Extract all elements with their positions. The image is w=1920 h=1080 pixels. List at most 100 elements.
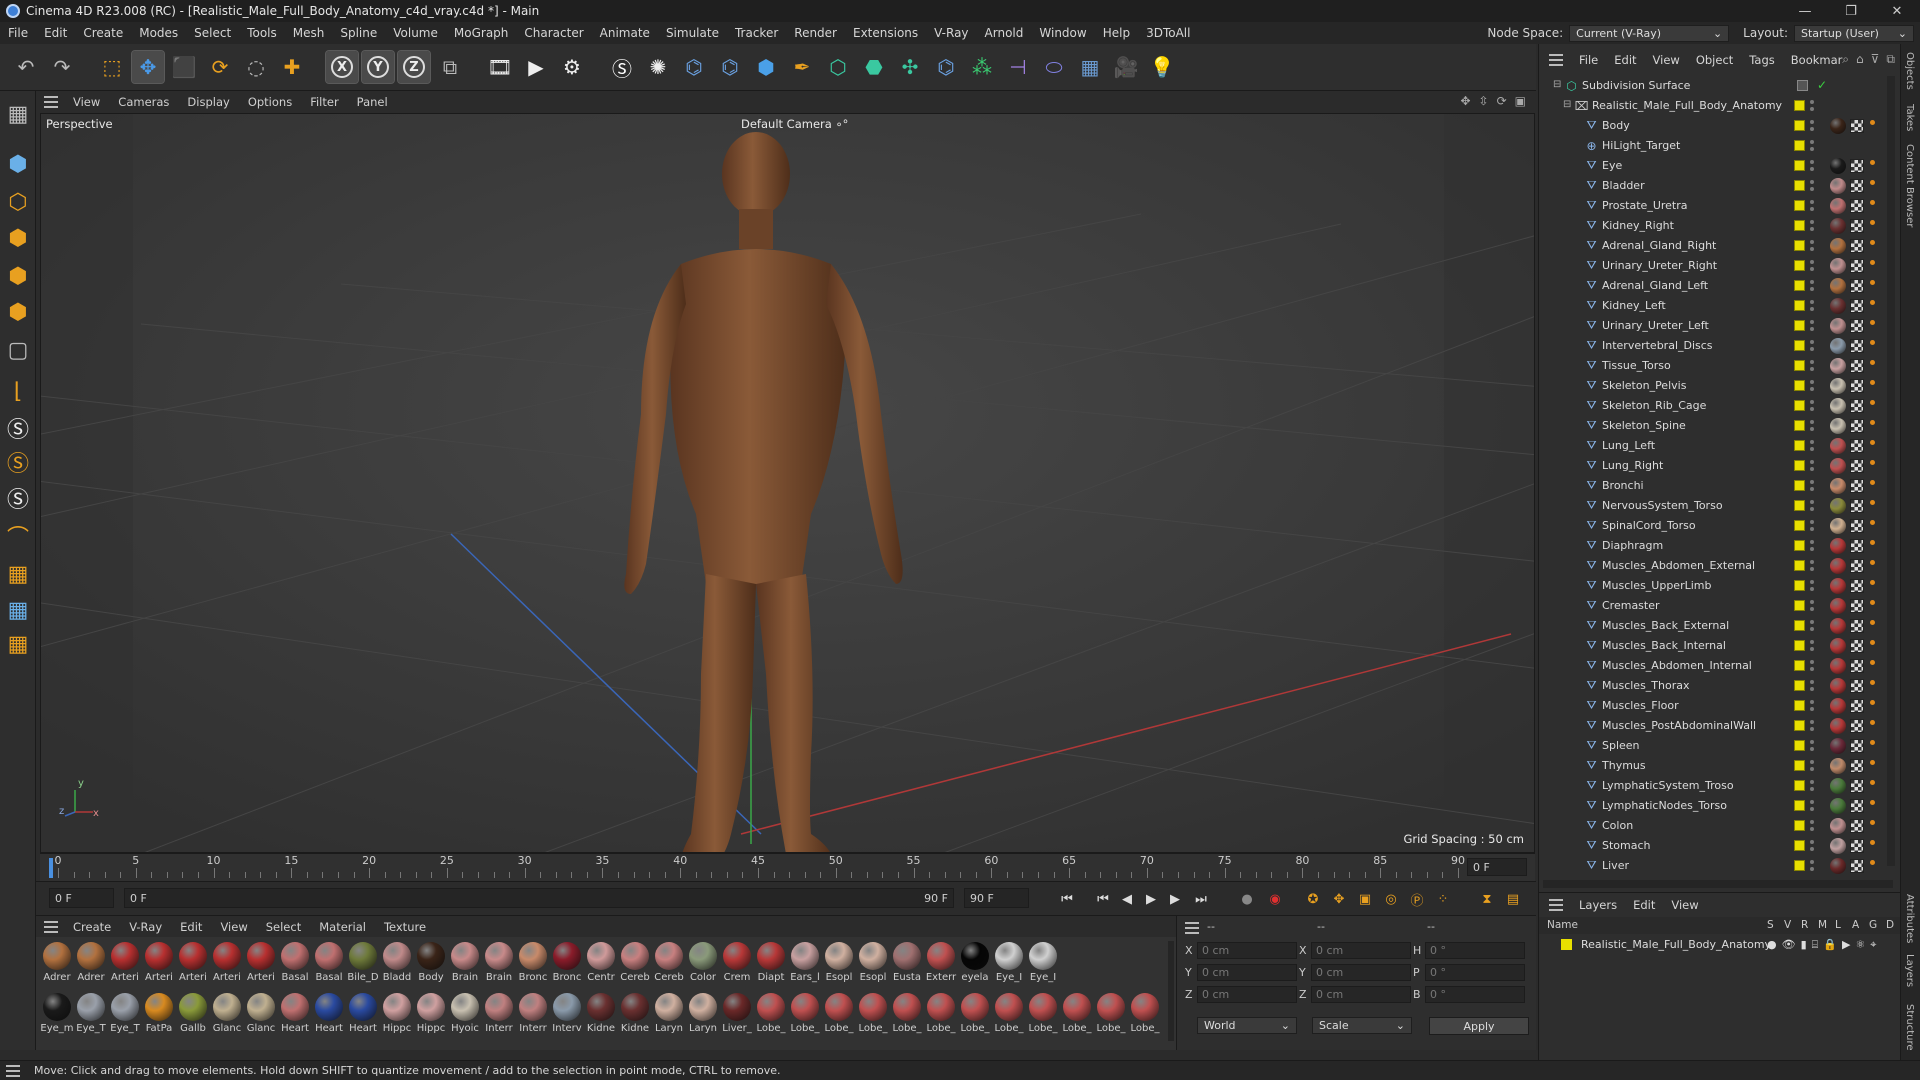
material-tag-icon[interactable]	[1830, 338, 1846, 354]
visibility-dots-icon[interactable]	[1809, 520, 1814, 531]
layer-color-icon[interactable]	[1794, 420, 1805, 431]
z-axis-icon[interactable]: Z	[397, 50, 431, 84]
material-swatch[interactable]: Interr	[516, 991, 550, 1037]
object-row[interactable]: ⛛ Kidney_Left	[1539, 296, 1895, 316]
material-swatch[interactable]: Gallb	[176, 991, 210, 1037]
visibility-dots-icon[interactable]	[1809, 280, 1814, 291]
start-frame-field[interactable]: 0 F	[49, 888, 114, 908]
texture-tag-icon[interactable]	[1850, 519, 1864, 533]
snap-s-icon[interactable]: Ⓢ	[3, 483, 33, 513]
material-menu-item-6[interactable]: Texture	[375, 920, 435, 934]
coord-value-field[interactable]: 0 cm	[1311, 942, 1411, 959]
layer-color-icon[interactable]	[1794, 480, 1805, 491]
render-view-icon[interactable]: ▶	[520, 51, 552, 83]
material-swatch[interactable]: Cereb	[652, 940, 686, 986]
material-swatch[interactable]: Heart	[346, 991, 380, 1037]
viewport-menu-item-3[interactable]: Options	[239, 95, 301, 109]
texture-tag-icon[interactable]	[1850, 639, 1864, 653]
vray-logo-icon[interactable]: Ⓢ	[606, 51, 638, 83]
visibility-dots-icon[interactable]	[1809, 480, 1814, 491]
material-swatch[interactable]: Basal	[312, 940, 346, 986]
layer-color-icon[interactable]	[1794, 580, 1805, 591]
material-tag-icon[interactable]	[1830, 678, 1846, 694]
texture-tag-icon[interactable]	[1850, 219, 1864, 233]
material-swatch[interactable]: Glanc	[244, 991, 278, 1037]
layer-menu-item-1[interactable]: Edit	[1625, 898, 1663, 912]
mograph-icon[interactable]: ⁂	[966, 51, 998, 83]
material-swatch[interactable]: Laryn	[686, 991, 720, 1037]
lock-icon[interactable]: 🔒	[1823, 938, 1837, 952]
visibility-dots-icon[interactable]	[1809, 460, 1814, 471]
viewport-menu-item-0[interactable]: View	[64, 95, 109, 109]
light-icon[interactable]: 💡	[1146, 51, 1178, 83]
object-row[interactable]: ⛛ Colon	[1539, 816, 1895, 836]
visibility-dots-icon[interactable]	[1809, 740, 1814, 751]
expand-icon[interactable]: ⊟	[1553, 79, 1561, 90]
menu-item-11[interactable]: Animate	[592, 26, 658, 40]
vray-tag-icon[interactable]	[1870, 780, 1875, 785]
material-swatch[interactable]: Eye_m	[40, 991, 74, 1037]
add-icon[interactable]: ✚	[276, 51, 308, 83]
vray-tag-icon[interactable]	[1870, 360, 1875, 365]
hamburger-icon[interactable]	[44, 95, 64, 108]
layer-color-icon[interactable]	[1794, 120, 1805, 131]
object-row-subdivision-surface[interactable]: ⊟ ⬡ Subdivision Surface ✓	[1539, 76, 1895, 96]
coord-value-field[interactable]: 0 cm	[1311, 986, 1411, 1003]
material-tag-icon[interactable]	[1830, 598, 1846, 614]
hamburger-icon[interactable]	[6, 1064, 28, 1077]
material-swatch[interactable]: Brain	[482, 940, 516, 986]
texture-tag-icon[interactable]	[1850, 439, 1864, 453]
next-frame-button[interactable]: ▶	[1164, 888, 1186, 910]
visibility-dots-icon[interactable]	[1809, 200, 1814, 211]
visibility-dots-icon[interactable]	[1809, 140, 1814, 151]
vertical-scrollbar[interactable]	[1168, 941, 1174, 1041]
pan-icon[interactable]: ✥	[1460, 94, 1470, 108]
visibility-dots-icon[interactable]	[1809, 720, 1814, 731]
layer-color-icon[interactable]	[1794, 360, 1805, 371]
side-tab[interactable]: Content Browser	[1904, 144, 1915, 227]
f-curve-icon[interactable]: ▤	[1502, 888, 1524, 910]
layer-color-icon[interactable]	[1794, 380, 1805, 391]
material-swatch[interactable]: Adrer	[40, 940, 74, 986]
material-swatch[interactable]: Heart	[312, 991, 346, 1037]
layout-dropdown[interactable]: Startup (User) ⌄	[1794, 24, 1914, 42]
vray-tag-icon[interactable]	[1870, 240, 1875, 245]
material-swatch[interactable]: Arteri	[142, 940, 176, 986]
object-row[interactable]: ⛛ NervousSystem_Torso	[1539, 496, 1895, 516]
render-icon[interactable]: ▮	[1801, 938, 1807, 952]
position-key-icon[interactable]: ✥	[1328, 888, 1350, 910]
object-menu-item-4[interactable]: Tags	[1741, 53, 1782, 67]
vray-tag-icon[interactable]	[1870, 260, 1875, 265]
material-swatch[interactable]: Esopl	[856, 940, 890, 986]
viewport-menu-item-1[interactable]: Cameras	[109, 95, 178, 109]
vray-tag-icon[interactable]	[1870, 520, 1875, 525]
material-tag-icon[interactable]	[1830, 178, 1846, 194]
vray-tag-icon[interactable]	[1870, 400, 1875, 405]
layer-color-icon[interactable]	[1794, 200, 1805, 211]
material-swatch[interactable]: Basal	[278, 940, 312, 986]
material-tag-icon[interactable]	[1830, 438, 1846, 454]
layer-color-icon[interactable]	[1794, 700, 1805, 711]
node-space-dropdown[interactable]: Current (V-Ray) ⌄	[1569, 24, 1730, 42]
live-select-icon[interactable]: ⬚	[96, 51, 128, 83]
hamburger-icon[interactable]	[1549, 899, 1571, 911]
texture-tag-icon[interactable]	[1850, 279, 1864, 293]
object-row[interactable]: ⛛ Stomach	[1539, 836, 1895, 856]
object-row-group[interactable]: ⊟ ⌧ Realistic_Male_Full_Body_Anatomy	[1539, 96, 1895, 116]
vray-tag-icon[interactable]	[1870, 220, 1875, 225]
keyframe-selection-icon[interactable]: ✪	[1302, 888, 1324, 910]
object-menu-item-2[interactable]: View	[1645, 53, 1688, 67]
vray-tag-icon[interactable]	[1870, 800, 1875, 805]
texture-tag-icon[interactable]	[1850, 579, 1864, 593]
rotation-key-icon[interactable]: ◎	[1380, 888, 1402, 910]
coordinate-system-icon[interactable]: ⧉	[434, 51, 466, 83]
texture-tag-icon[interactable]	[1850, 839, 1864, 853]
visibility-dots-icon[interactable]	[1809, 660, 1814, 671]
points-mode-icon[interactable]: ⬢	[3, 223, 33, 253]
coord-mode-dropdown[interactable]: World ⌄	[1197, 1017, 1297, 1034]
layer-flag-header[interactable]: M	[1818, 919, 1827, 931]
object-row[interactable]: ⛛ Skeleton_Spine	[1539, 416, 1895, 436]
coord-value-field[interactable]: 0 cm	[1197, 986, 1297, 1003]
material-swatch[interactable]: Lobe_	[924, 991, 958, 1037]
texture-tag-icon[interactable]	[1850, 259, 1864, 273]
